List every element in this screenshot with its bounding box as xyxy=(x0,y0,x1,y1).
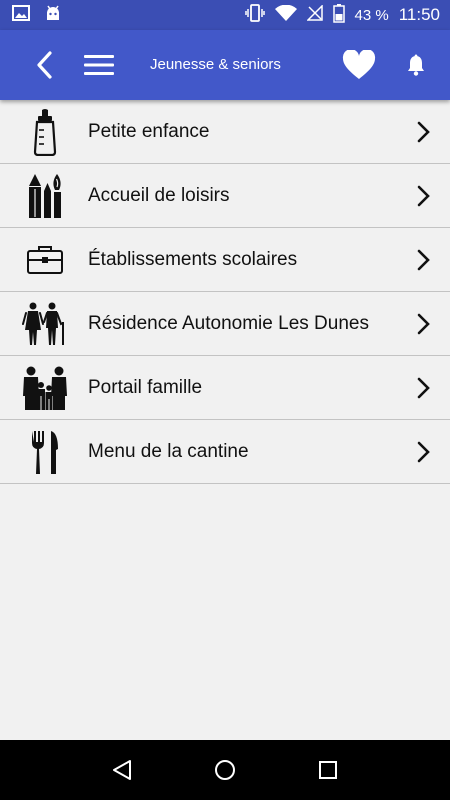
heart-icon xyxy=(342,50,376,79)
chevron-right-icon xyxy=(417,313,430,335)
fork-knife-icon xyxy=(20,426,70,478)
chevron-right-icon xyxy=(417,441,430,463)
nav-recents-button[interactable] xyxy=(308,750,348,790)
wifi-icon xyxy=(274,4,297,25)
screen: 43 % 11:50 Jeunesse & seniors Petite enf… xyxy=(0,0,450,800)
vibrate-icon xyxy=(244,4,265,26)
hamburger-icon xyxy=(84,55,114,75)
nav-back-button[interactable] xyxy=(102,750,142,790)
menu-button[interactable] xyxy=(78,30,120,100)
list-item-residence-autonomie[interactable]: Résidence Autonomie Les Dunes xyxy=(0,292,450,356)
page-title: Jeunesse & seniors xyxy=(150,56,281,73)
triangle-back-icon xyxy=(112,760,131,780)
family-icon xyxy=(20,362,70,414)
menu-list: Petite enfance Accueil de loisirs Établi… xyxy=(0,100,450,484)
list-item-menu-cantine[interactable]: Menu de la cantine xyxy=(0,420,450,484)
list-item-label: Établissements scolaires xyxy=(88,248,298,270)
battery-percent: 43 % xyxy=(354,6,389,24)
list-item-label: Résidence Autonomie Les Dunes xyxy=(88,312,369,334)
status-bar: 43 % 11:50 xyxy=(0,0,450,30)
list-item-accueil-loisirs[interactable]: Accueil de loisirs xyxy=(0,164,450,228)
circle-home-icon xyxy=(214,760,235,780)
chevron-right-icon xyxy=(417,377,430,399)
back-button[interactable] xyxy=(26,30,62,100)
list-item-label: Portail famille xyxy=(88,376,203,398)
baby-bottle-icon xyxy=(20,106,70,158)
no-signal-icon xyxy=(305,4,323,25)
elderly-couple-icon xyxy=(20,298,70,350)
briefcase-icon xyxy=(20,234,70,286)
chevron-right-icon xyxy=(417,121,430,143)
app-bar: Jeunesse & seniors xyxy=(0,30,450,100)
square-recents-icon xyxy=(319,761,338,779)
list-item-label: Petite enfance xyxy=(88,120,210,142)
nav-home-button[interactable] xyxy=(205,750,245,790)
bell-icon xyxy=(408,54,424,76)
list-item-petite-enfance[interactable]: Petite enfance xyxy=(0,100,450,164)
chevron-right-icon xyxy=(417,185,430,207)
chevron-right-icon xyxy=(417,249,430,271)
gallery-icon xyxy=(12,4,30,26)
list-item-label: Menu de la cantine xyxy=(88,440,249,462)
clock: 11:50 xyxy=(398,5,440,24)
back-arrow-icon xyxy=(37,51,52,79)
android-icon xyxy=(44,4,62,27)
art-supplies-icon xyxy=(20,170,70,222)
list-item-portail-famille[interactable]: Portail famille xyxy=(0,356,450,420)
favorite-button[interactable] xyxy=(338,30,380,100)
list-item-etablissements-scolaires[interactable]: Établissements scolaires xyxy=(0,228,450,292)
system-nav-bar xyxy=(0,740,450,800)
battery-icon xyxy=(332,3,345,27)
notifications-button[interactable] xyxy=(400,30,432,100)
list-item-label: Accueil de loisirs xyxy=(88,184,230,206)
